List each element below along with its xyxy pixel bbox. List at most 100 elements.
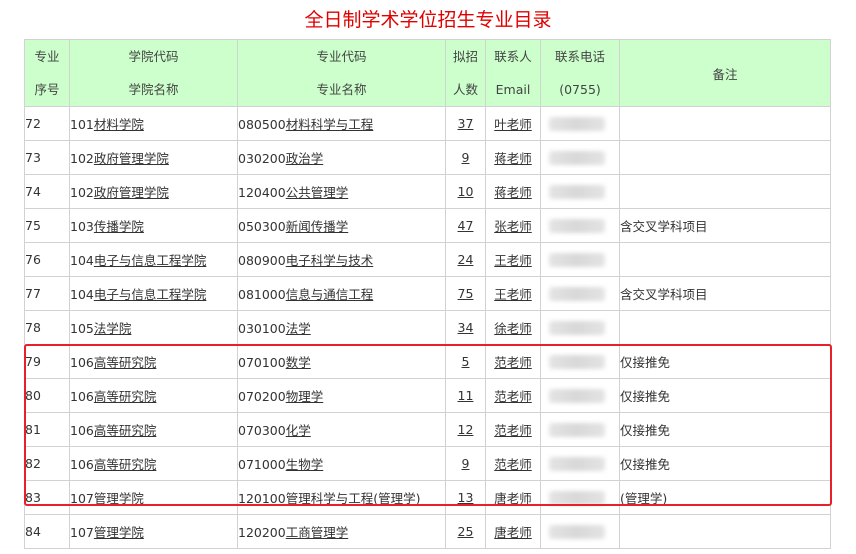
college-link[interactable]: 政府管理学院 [94,185,169,200]
major-link[interactable]: 化学 [286,423,311,438]
table-header: 专业 序号 学院代码 学院名称 专业代码 专业名称 拟招 人数 联系人 Email 联系电… [24,39,831,107]
major-code: 080900 [238,253,286,268]
contact-cell: 张老师 [485,208,541,243]
college-link[interactable]: 管理学院 [94,491,144,506]
phone-redacted [549,525,605,540]
quota-link[interactable]: 25 [458,524,474,539]
quota-link[interactable]: 5 [462,354,470,369]
college-link[interactable]: 高等研究院 [94,389,157,404]
contact-cell: 蒋老师 [485,140,541,175]
college-code: 101 [70,117,94,132]
phone-redacted [549,457,605,472]
contact-cell: 徐老师 [485,310,541,345]
major-cell: 070300化学 [237,412,446,447]
college-link[interactable]: 高等研究院 [94,423,157,438]
quota-link[interactable]: 34 [458,320,474,335]
note-cell: (管理学) [619,480,831,515]
note-cell [619,242,831,277]
quota-link[interactable]: 13 [458,490,474,505]
major-link[interactable]: 政治学 [286,151,324,166]
college-code: 107 [70,491,94,506]
row-number: 80 [24,378,70,413]
phone-redacted [549,491,605,506]
major-link[interactable]: 管理科学与工程 [286,491,374,506]
major-link[interactable]: 材料科学与工程 [286,117,374,132]
contact-link[interactable]: 范老师 [494,389,532,404]
contact-link[interactable]: 张老师 [494,219,532,234]
major-code: 120400 [238,185,286,200]
contact-link[interactable]: 范老师 [494,355,532,370]
major-cell: 071000生物学 [237,446,446,481]
quota-link[interactable]: 12 [458,422,474,437]
row-number: 73 [24,140,70,175]
college-code: 102 [70,185,94,200]
major-cell: 030100法学 [237,310,446,345]
phone-redacted [549,219,605,234]
major-link[interactable]: 公共管理学 [286,185,349,200]
quota-link[interactable]: 11 [458,388,474,403]
college-link[interactable]: 政府管理学院 [94,151,169,166]
major-link[interactable]: 法学 [286,321,311,336]
contact-cell: 范老师 [485,446,541,481]
college-code: 106 [70,423,94,438]
major-cell: 080500材料科学与工程 [237,106,446,141]
quota-link[interactable]: 47 [458,218,474,233]
major-link[interactable]: 数学 [286,355,311,370]
header-college: 学院代码 学院名称 [69,39,238,107]
contact-link[interactable]: 王老师 [494,253,532,268]
phone-redacted [549,151,605,166]
major-link[interactable]: 信息与通信工程 [286,287,374,302]
college-link[interactable]: 高等研究院 [94,355,157,370]
note-cell: 仅接推免 [619,412,831,447]
college-link[interactable]: 法学院 [94,321,132,336]
quota-cell: 5 [445,344,486,379]
quota-link[interactable]: 75 [458,286,474,301]
contact-link[interactable]: 叶老师 [494,117,532,132]
contact-link[interactable]: 唐老师 [494,491,532,506]
row-number: 75 [24,208,70,243]
phone-redacted [549,287,605,302]
major-cell: 070200物理学 [237,378,446,413]
college-link[interactable]: 电子与信息工程学院 [94,253,207,268]
college-cell: 106高等研究院 [69,412,238,447]
contact-link[interactable]: 徐老师 [494,321,532,336]
quota-link[interactable]: 10 [458,184,474,199]
major-link[interactable]: 新闻传播学 [286,219,349,234]
contact-cell: 范老师 [485,412,541,447]
note-cell [619,514,831,549]
contact-link[interactable]: 蒋老师 [494,151,532,166]
college-link[interactable]: 传播学院 [94,219,144,234]
note-cell: 仅接推免 [619,344,831,379]
phone-cell [540,106,620,141]
row-number: 72 [24,106,70,141]
row-number: 82 [24,446,70,481]
contact-link[interactable]: 唐老师 [494,525,532,540]
major-code: 120100 [238,491,286,506]
quota-cell: 10 [445,174,486,209]
note-cell: 含交叉学科项目 [619,208,831,243]
college-cell: 106高等研究院 [69,378,238,413]
contact-cell: 王老师 [485,242,541,277]
college-link[interactable]: 电子与信息工程学院 [94,287,207,302]
contact-link[interactable]: 王老师 [494,287,532,302]
quota-link[interactable]: 24 [458,252,474,267]
contact-cell: 叶老师 [485,106,541,141]
phone-redacted [549,321,605,336]
phone-redacted [549,389,605,404]
major-link[interactable]: 生物学 [286,457,324,472]
quota-link[interactable]: 9 [462,150,470,165]
contact-link[interactable]: 范老师 [494,423,532,438]
quota-link[interactable]: 37 [458,116,474,131]
college-cell: 101材料学院 [69,106,238,141]
college-link[interactable]: 高等研究院 [94,457,157,472]
college-link[interactable]: 管理学院 [94,525,144,540]
contact-link[interactable]: 范老师 [494,457,532,472]
major-link[interactable]: 物理学 [286,389,324,404]
college-cell: 104电子与信息工程学院 [69,242,238,277]
table-row: 72 101材料学院 080500材料科学与工程 37 叶老师 [24,106,831,141]
quota-link[interactable]: 9 [462,456,470,471]
college-link[interactable]: 材料学院 [94,117,144,132]
major-link[interactable]: 电子科学与技术 [286,253,374,268]
major-link[interactable]: 工商管理学 [286,525,349,540]
contact-link[interactable]: 蒋老师 [494,185,532,200]
